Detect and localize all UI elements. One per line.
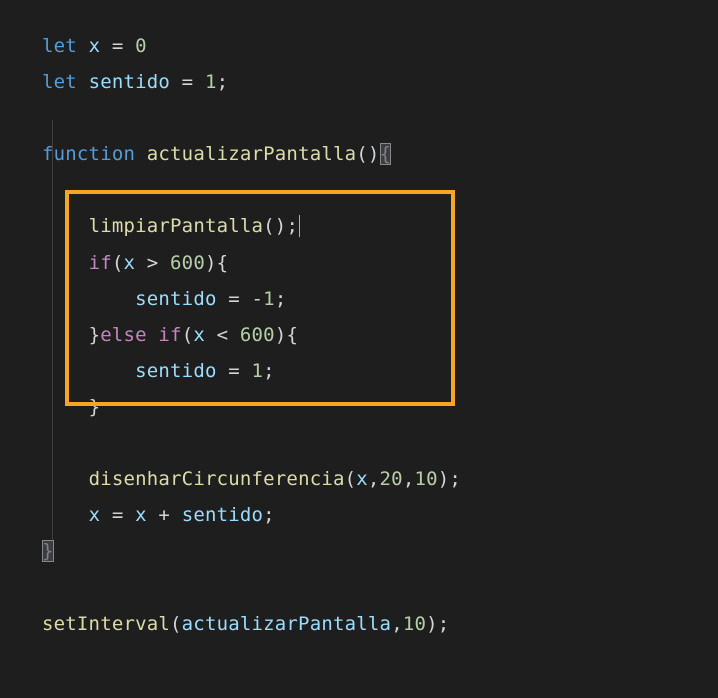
paren-open: ( [170, 613, 182, 635]
operator: = [217, 288, 252, 310]
operator: = [100, 504, 135, 526]
code-line[interactable]: limpiarPantalla(); [42, 208, 718, 244]
paren-open: ( [182, 324, 194, 346]
function-call: limpiarPantalla [89, 215, 264, 237]
operator: > [135, 252, 170, 274]
code-line[interactable]: } [42, 389, 718, 425]
identifier: sentido [135, 360, 216, 382]
code-line[interactable]: disenharCircunferencia(x,20,10); [42, 461, 718, 497]
operator: < [205, 324, 240, 346]
identifier: x [89, 504, 101, 526]
number-literal: 600 [240, 324, 275, 346]
number-literal: 20 [380, 468, 403, 490]
brace-close: } [89, 396, 101, 418]
paren-close: ) [205, 252, 217, 274]
code-line[interactable]: x = x + sentido; [42, 497, 718, 533]
operator: = [100, 35, 135, 57]
plus-icon: + [147, 504, 182, 526]
code-line-blank[interactable] [42, 172, 718, 208]
code-line[interactable]: }else if(x < 600){ [42, 317, 718, 353]
semicolon: ; [263, 504, 275, 526]
operator: = [170, 71, 205, 93]
code-line-blank[interactable] [42, 425, 718, 461]
code-line[interactable]: setInterval(actualizarPantalla,10); [42, 606, 718, 642]
function-call: setInterval [42, 613, 170, 635]
number-literal: 600 [170, 252, 205, 274]
comma: , [403, 468, 415, 490]
semicolon: ; [286, 215, 298, 237]
code-line-blank[interactable] [42, 100, 718, 136]
function-name: actualizarPantalla [147, 143, 357, 165]
semicolon: ; [275, 288, 287, 310]
function-call: disenharCircunferencia [89, 468, 345, 490]
identifier: x [193, 324, 205, 346]
identifier: actualizarPantalla [182, 613, 392, 635]
number-literal: 0 [135, 35, 147, 57]
code-editor[interactable]: let x = 0 let sentido = 1; function actu… [42, 28, 718, 642]
paren-open: ( [345, 468, 357, 490]
semicolon: ; [217, 71, 229, 93]
paren-open: ( [112, 252, 124, 274]
paren-close: ) [438, 468, 450, 490]
code-line[interactable]: if(x > 600){ [42, 245, 718, 281]
number-literal: 1 [205, 71, 217, 93]
code-line-blank[interactable] [42, 569, 718, 605]
keyword-if: if [89, 252, 112, 274]
brace-close-matched: } [42, 540, 54, 562]
keyword-if: if [158, 324, 181, 346]
minus-icon: - [252, 288, 264, 310]
keyword-else: else [100, 324, 147, 346]
brace-open-matched: { [380, 143, 392, 165]
operator: = [217, 360, 252, 382]
parentheses: () [356, 143, 379, 165]
identifier: sentido [182, 504, 263, 526]
identifier: sentido [89, 71, 170, 93]
keyword-function: function [42, 143, 135, 165]
number-literal: 1 [263, 288, 275, 310]
parentheses: () [263, 215, 286, 237]
code-line[interactable]: let sentido = 1; [42, 64, 718, 100]
code-line[interactable]: sentido = 1; [42, 353, 718, 389]
keyword-let: let [42, 35, 77, 57]
paren-close: ) [275, 324, 287, 346]
number-literal: 10 [414, 468, 437, 490]
identifier: x [123, 252, 135, 274]
number-literal: 1 [252, 360, 264, 382]
comma: , [391, 613, 403, 635]
code-line[interactable]: function actualizarPantalla(){ [42, 136, 718, 172]
identifier: x [356, 468, 368, 490]
brace-open: { [217, 252, 229, 274]
semicolon: ; [438, 613, 450, 635]
text-cursor [299, 215, 300, 237]
comma: , [368, 468, 380, 490]
brace-close: } [89, 324, 101, 346]
identifier: x [89, 35, 101, 57]
number-literal: 10 [403, 613, 426, 635]
semicolon: ; [263, 360, 275, 382]
semicolon: ; [449, 468, 461, 490]
keyword-let: let [42, 71, 77, 93]
code-line[interactable]: sentido = -1; [42, 281, 718, 317]
identifier: sentido [135, 288, 216, 310]
code-line[interactable]: let x = 0 [42, 28, 718, 64]
code-line[interactable]: } [42, 533, 718, 569]
brace-open: { [286, 324, 298, 346]
identifier: x [135, 504, 147, 526]
paren-close: ) [426, 613, 438, 635]
